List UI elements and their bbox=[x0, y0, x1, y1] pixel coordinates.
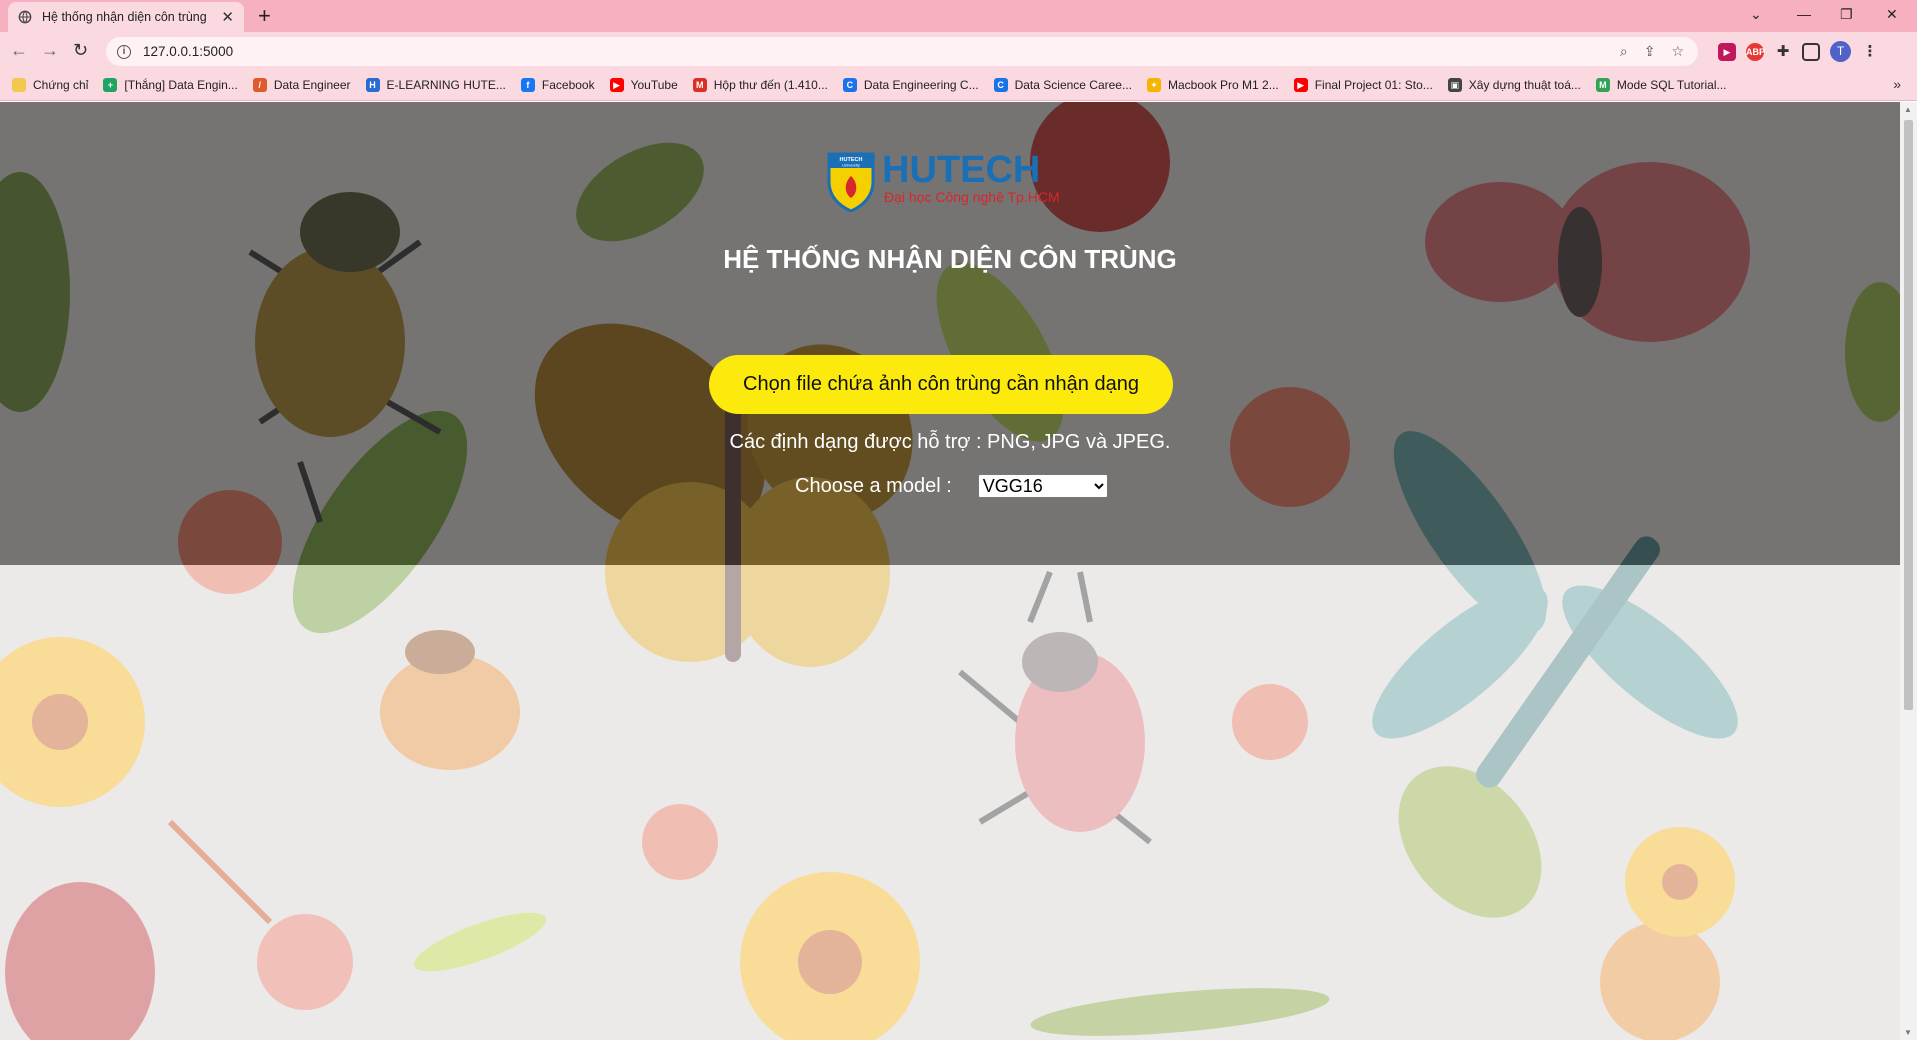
globe-icon bbox=[18, 10, 32, 24]
image-icon: ▣ bbox=[1447, 78, 1462, 92]
sheets-icon: + bbox=[103, 78, 118, 92]
browser-toolbar: ← → ↻ i 127.0.0.1:5000 ⌕ ⇪ ☆ ▶ ABP ✚ T ⋮ bbox=[0, 32, 1917, 70]
reload-icon[interactable]: ↻ bbox=[73, 40, 88, 60]
page-title: HỆ THỐNG NHẬN DIỆN CÔN TRÙNG bbox=[723, 244, 1177, 274]
side-panel-icon[interactable] bbox=[1802, 42, 1820, 61]
brush-icon: / bbox=[252, 78, 267, 92]
bookmark-label: Hộp thư đến (1.410... bbox=[713, 78, 828, 92]
logo-wordmark: HUTECH bbox=[882, 150, 1040, 191]
bookmark-label: Data Engineering C... bbox=[863, 78, 979, 92]
bookmark-item[interactable]: ▶ YouTube bbox=[609, 78, 678, 92]
tab-title: Hệ thống nhận diện côn trùng bbox=[42, 10, 207, 24]
scroll-down-icon[interactable]: ▼ bbox=[1904, 1028, 1912, 1037]
bookmark-label: Final Project 01: Sto... bbox=[1314, 78, 1433, 92]
bookmark-label: E-LEARNING HUTE... bbox=[386, 78, 506, 92]
tab-search-icon[interactable]: ⌄ bbox=[1750, 4, 1762, 24]
bookmark-label: Data Engineer bbox=[273, 78, 351, 92]
facebook-icon: f bbox=[520, 78, 535, 92]
bookmark-item[interactable]: M Hộp thư đến (1.410... bbox=[692, 78, 828, 92]
url-text: 127.0.0.1:5000 bbox=[143, 44, 234, 59]
bookmark-item[interactable]: C Data Science Caree... bbox=[993, 78, 1132, 92]
bookmark-item[interactable]: ▣ Xây dựng thuật toá... bbox=[1447, 78, 1581, 92]
address-bar[interactable]: i 127.0.0.1:5000 ⌕ ⇪ ☆ bbox=[106, 37, 1698, 66]
supported-formats-text: Các định dạng được hỗ trợ : PNG, JPG và … bbox=[729, 431, 1171, 453]
new-tab-button[interactable]: + bbox=[258, 4, 271, 28]
tab-strip: Hệ thống nhận diện côn trùng ✕ + ⌄ — ❐ ✕ bbox=[0, 0, 1917, 32]
bookmark-item[interactable]: M Mode SQL Tutorial... bbox=[1595, 78, 1727, 92]
bookmark-label: Data Science Caree... bbox=[1014, 78, 1132, 92]
bookmark-item[interactable]: ▶ Final Project 01: Sto... bbox=[1293, 78, 1433, 92]
adblock-icon[interactable]: ABP bbox=[1746, 42, 1765, 61]
minimize-icon[interactable]: — bbox=[1797, 4, 1811, 24]
bookmark-label: Facebook bbox=[541, 78, 595, 92]
c-icon: C bbox=[842, 78, 857, 92]
c-icon: C bbox=[993, 78, 1008, 92]
youtube-icon: ▶ bbox=[1293, 78, 1308, 92]
logo-badge-subtext: University bbox=[842, 163, 860, 168]
bookmark-item[interactable]: + [Thắng] Data Engin... bbox=[103, 78, 238, 92]
close-window-icon[interactable]: ✕ bbox=[1886, 4, 1898, 24]
bookmark-label: Xây dựng thuật toá... bbox=[1468, 78, 1581, 92]
model-label: Choose a model : bbox=[795, 474, 952, 497]
folder-icon bbox=[12, 78, 26, 92]
bookmark-item[interactable]: H E-LEARNING HUTE... bbox=[365, 78, 506, 92]
bookmark-item[interactable]: f Facebook bbox=[520, 78, 595, 92]
bookmark-label: [Thắng] Data Engin... bbox=[124, 78, 238, 92]
restore-icon[interactable]: ❐ bbox=[1840, 4, 1853, 24]
model-select[interactable]: VGG16 bbox=[977, 474, 1108, 498]
bookmark-item[interactable]: Chứng chỉ bbox=[12, 78, 88, 92]
back-icon[interactable]: ← bbox=[10, 40, 28, 60]
close-tab-icon[interactable]: ✕ bbox=[221, 8, 234, 26]
mode-icon: M bbox=[1595, 78, 1610, 92]
page-content: HUTECH University HUTECH Đại học Công ng… bbox=[0, 102, 1900, 1040]
extensions-puzzle-icon[interactable]: ✚ bbox=[1774, 43, 1792, 61]
bookmarks-overflow-icon[interactable]: » bbox=[1893, 76, 1901, 92]
gmail-icon: M bbox=[692, 78, 707, 92]
page-viewport: HUTECH University HUTECH Đại học Công ng… bbox=[0, 102, 1900, 1040]
browser-tab[interactable]: Hệ thống nhận diện côn trùng ✕ bbox=[8, 2, 244, 32]
profile-avatar[interactable]: T bbox=[1830, 41, 1851, 62]
scroll-thumb[interactable] bbox=[1904, 120, 1913, 710]
zoom-icon[interactable]: ⌕ bbox=[1620, 43, 1628, 60]
bookmark-item[interactable]: C Data Engineering C... bbox=[842, 78, 979, 92]
logo-subtitle: Đại học Công nghệ Tp.HCM bbox=[884, 189, 1060, 205]
model-chooser: Choose a model : VGG16 bbox=[795, 474, 1108, 498]
choose-file-button[interactable]: Chọn file chứa ảnh côn trùng cần nhận dạ… bbox=[709, 355, 1173, 414]
youtube-icon: ▶ bbox=[609, 78, 624, 92]
page-scrollbar[interactable]: ▲ ▼ bbox=[1900, 102, 1917, 1040]
share-icon[interactable]: ⇪ bbox=[1644, 43, 1656, 60]
bookmark-label: YouTube bbox=[630, 78, 678, 92]
bookmark-label: Chứng chỉ bbox=[33, 78, 89, 92]
scroll-up-icon[interactable]: ▲ bbox=[1904, 105, 1912, 114]
bookmark-star-icon[interactable]: ☆ bbox=[1671, 43, 1684, 60]
menu-kebab-icon[interactable]: ⋮ bbox=[1861, 43, 1879, 61]
extension-red-icon[interactable]: ▶ bbox=[1718, 42, 1736, 61]
pin-icon: ✦ bbox=[1147, 78, 1161, 92]
hutech-icon: H bbox=[365, 78, 380, 92]
hutech-logo: HUTECH University HUTECH Đại học Công ng… bbox=[827, 150, 1060, 212]
bookmark-label: Mode SQL Tutorial... bbox=[1616, 78, 1727, 92]
site-info-icon[interactable]: i bbox=[117, 44, 131, 59]
bookmark-item[interactable]: / Data Engineer bbox=[252, 78, 351, 92]
bookmark-item[interactable]: ✦ Macbook Pro M1 2... bbox=[1147, 78, 1279, 92]
bookmark-label: Macbook Pro M1 2... bbox=[1168, 78, 1279, 92]
bookmarks-bar: Chứng chỉ + [Thắng] Data Engin... / Data Eng… bbox=[0, 70, 1917, 101]
forward-icon[interactable]: → bbox=[41, 40, 59, 60]
